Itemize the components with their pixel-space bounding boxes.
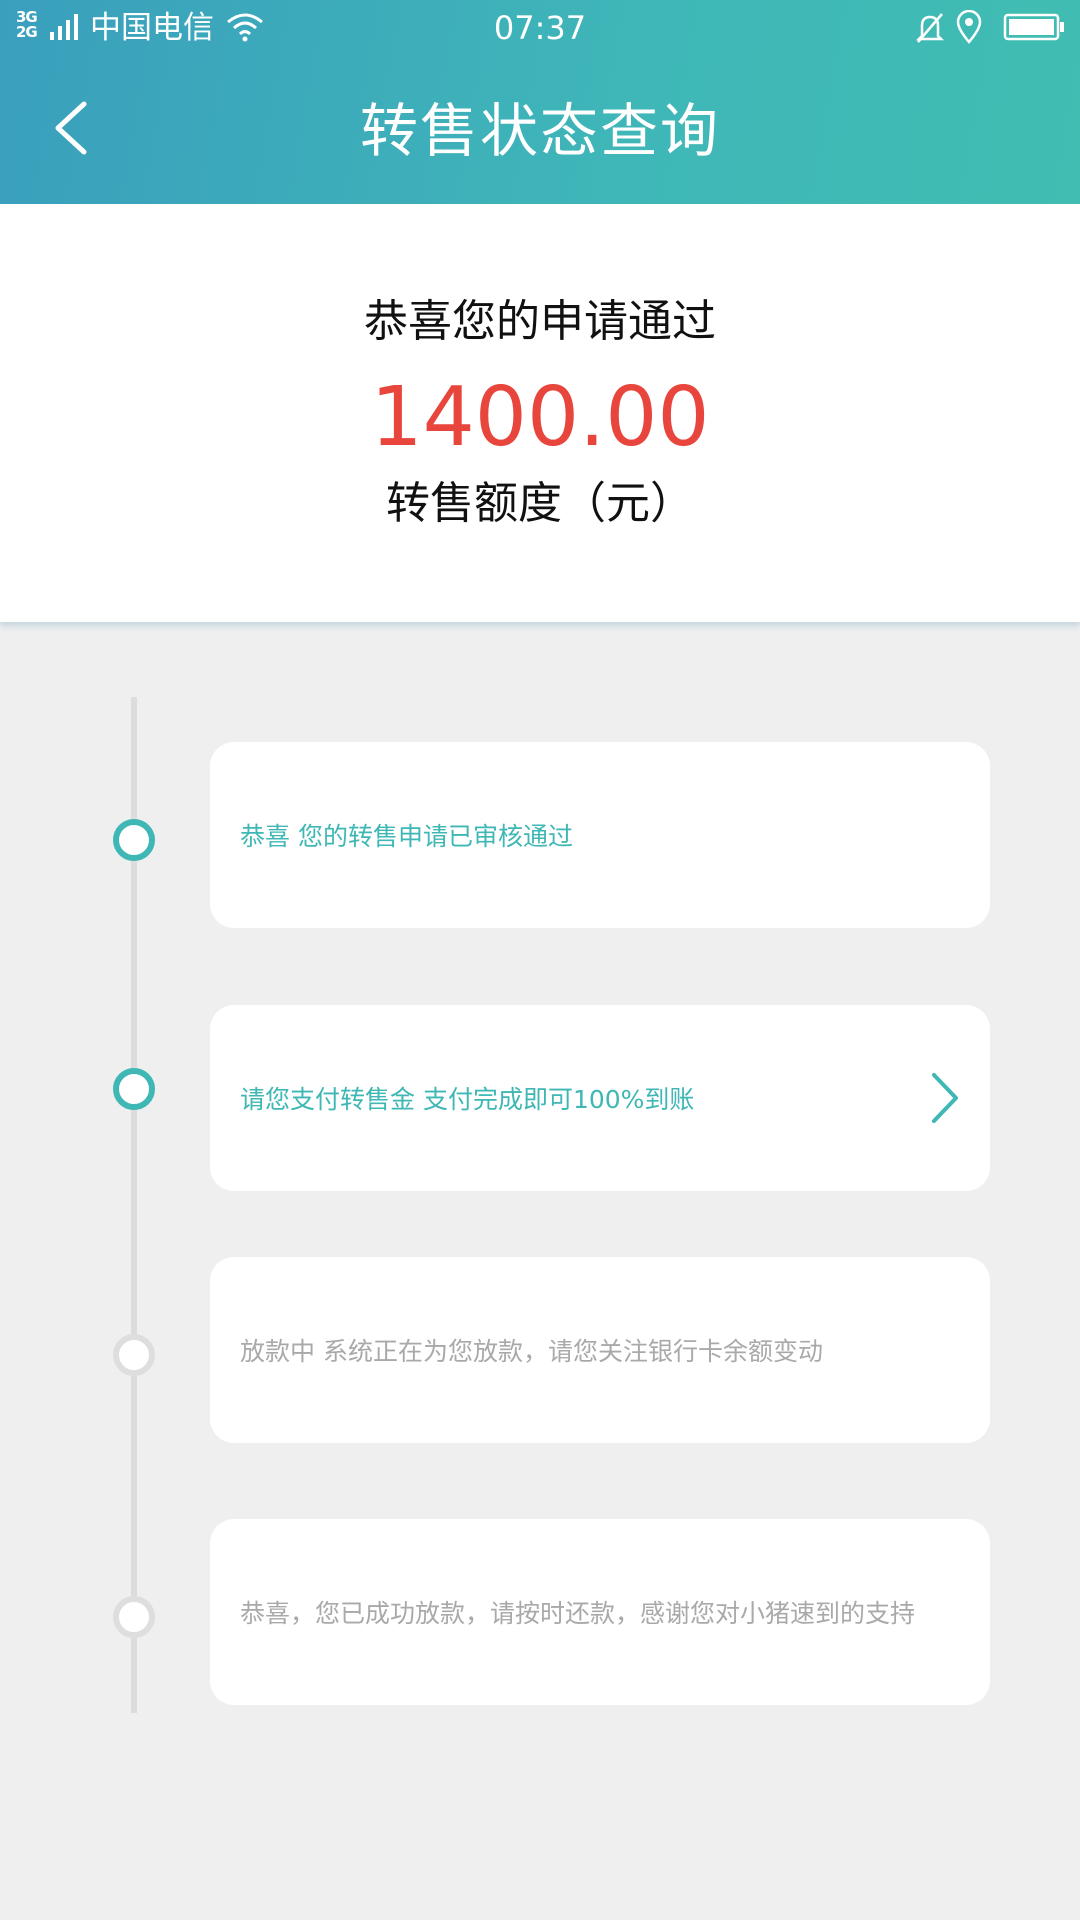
congrats-text: 恭喜您的申请通过 [364,296,716,347]
step-4-text: 恭喜，您已成功放款，请按时还款，感谢您对小猪速到的支持 [240,1599,916,1628]
step-1-dot [113,819,155,861]
step-4-card: 恭喜，您已成功放款，请按时还款，感谢您对小猪速到的支持 [210,1519,990,1705]
step-1-text: 恭喜 您的转售申请已审核通过 [240,822,573,851]
bell-muted-icon [915,13,945,43]
amount-label: 转售额度（元） [386,478,694,529]
chevron-right-icon[interactable] [928,1071,962,1125]
step-1-card: 恭喜 您的转售申请已审核通过 [210,742,990,928]
step-2-dot [113,1068,155,1110]
resale-amount: 1400.00 [370,370,710,465]
step-2-text: 请您支付转售金 支付完成即可100%到账 [240,1085,695,1114]
step-4-dot [113,1596,155,1638]
step-3-text: 放款中 系统正在为您放款，请您关注银行卡余额变动 [240,1337,823,1366]
status-bar: 3G 2G 中国电信 07:37 [0,0,1080,58]
location-icon [956,10,982,44]
step-2-card[interactable]: 请您支付转售金 支付完成即可100%到账 [210,1005,990,1191]
battery-icon [1003,13,1064,41]
step-3-card: 放款中 系统正在为您放款，请您关注银行卡余额变动 [210,1257,990,1443]
step-3-dot [113,1334,155,1376]
approval-summary: 恭喜您的申请通过 1400.00 转售额度（元） [0,204,1080,622]
page-title: 转售状态查询 [359,97,720,165]
app-header: 3G 2G 中国电信 07:37 转售状态查询 [0,0,1080,204]
